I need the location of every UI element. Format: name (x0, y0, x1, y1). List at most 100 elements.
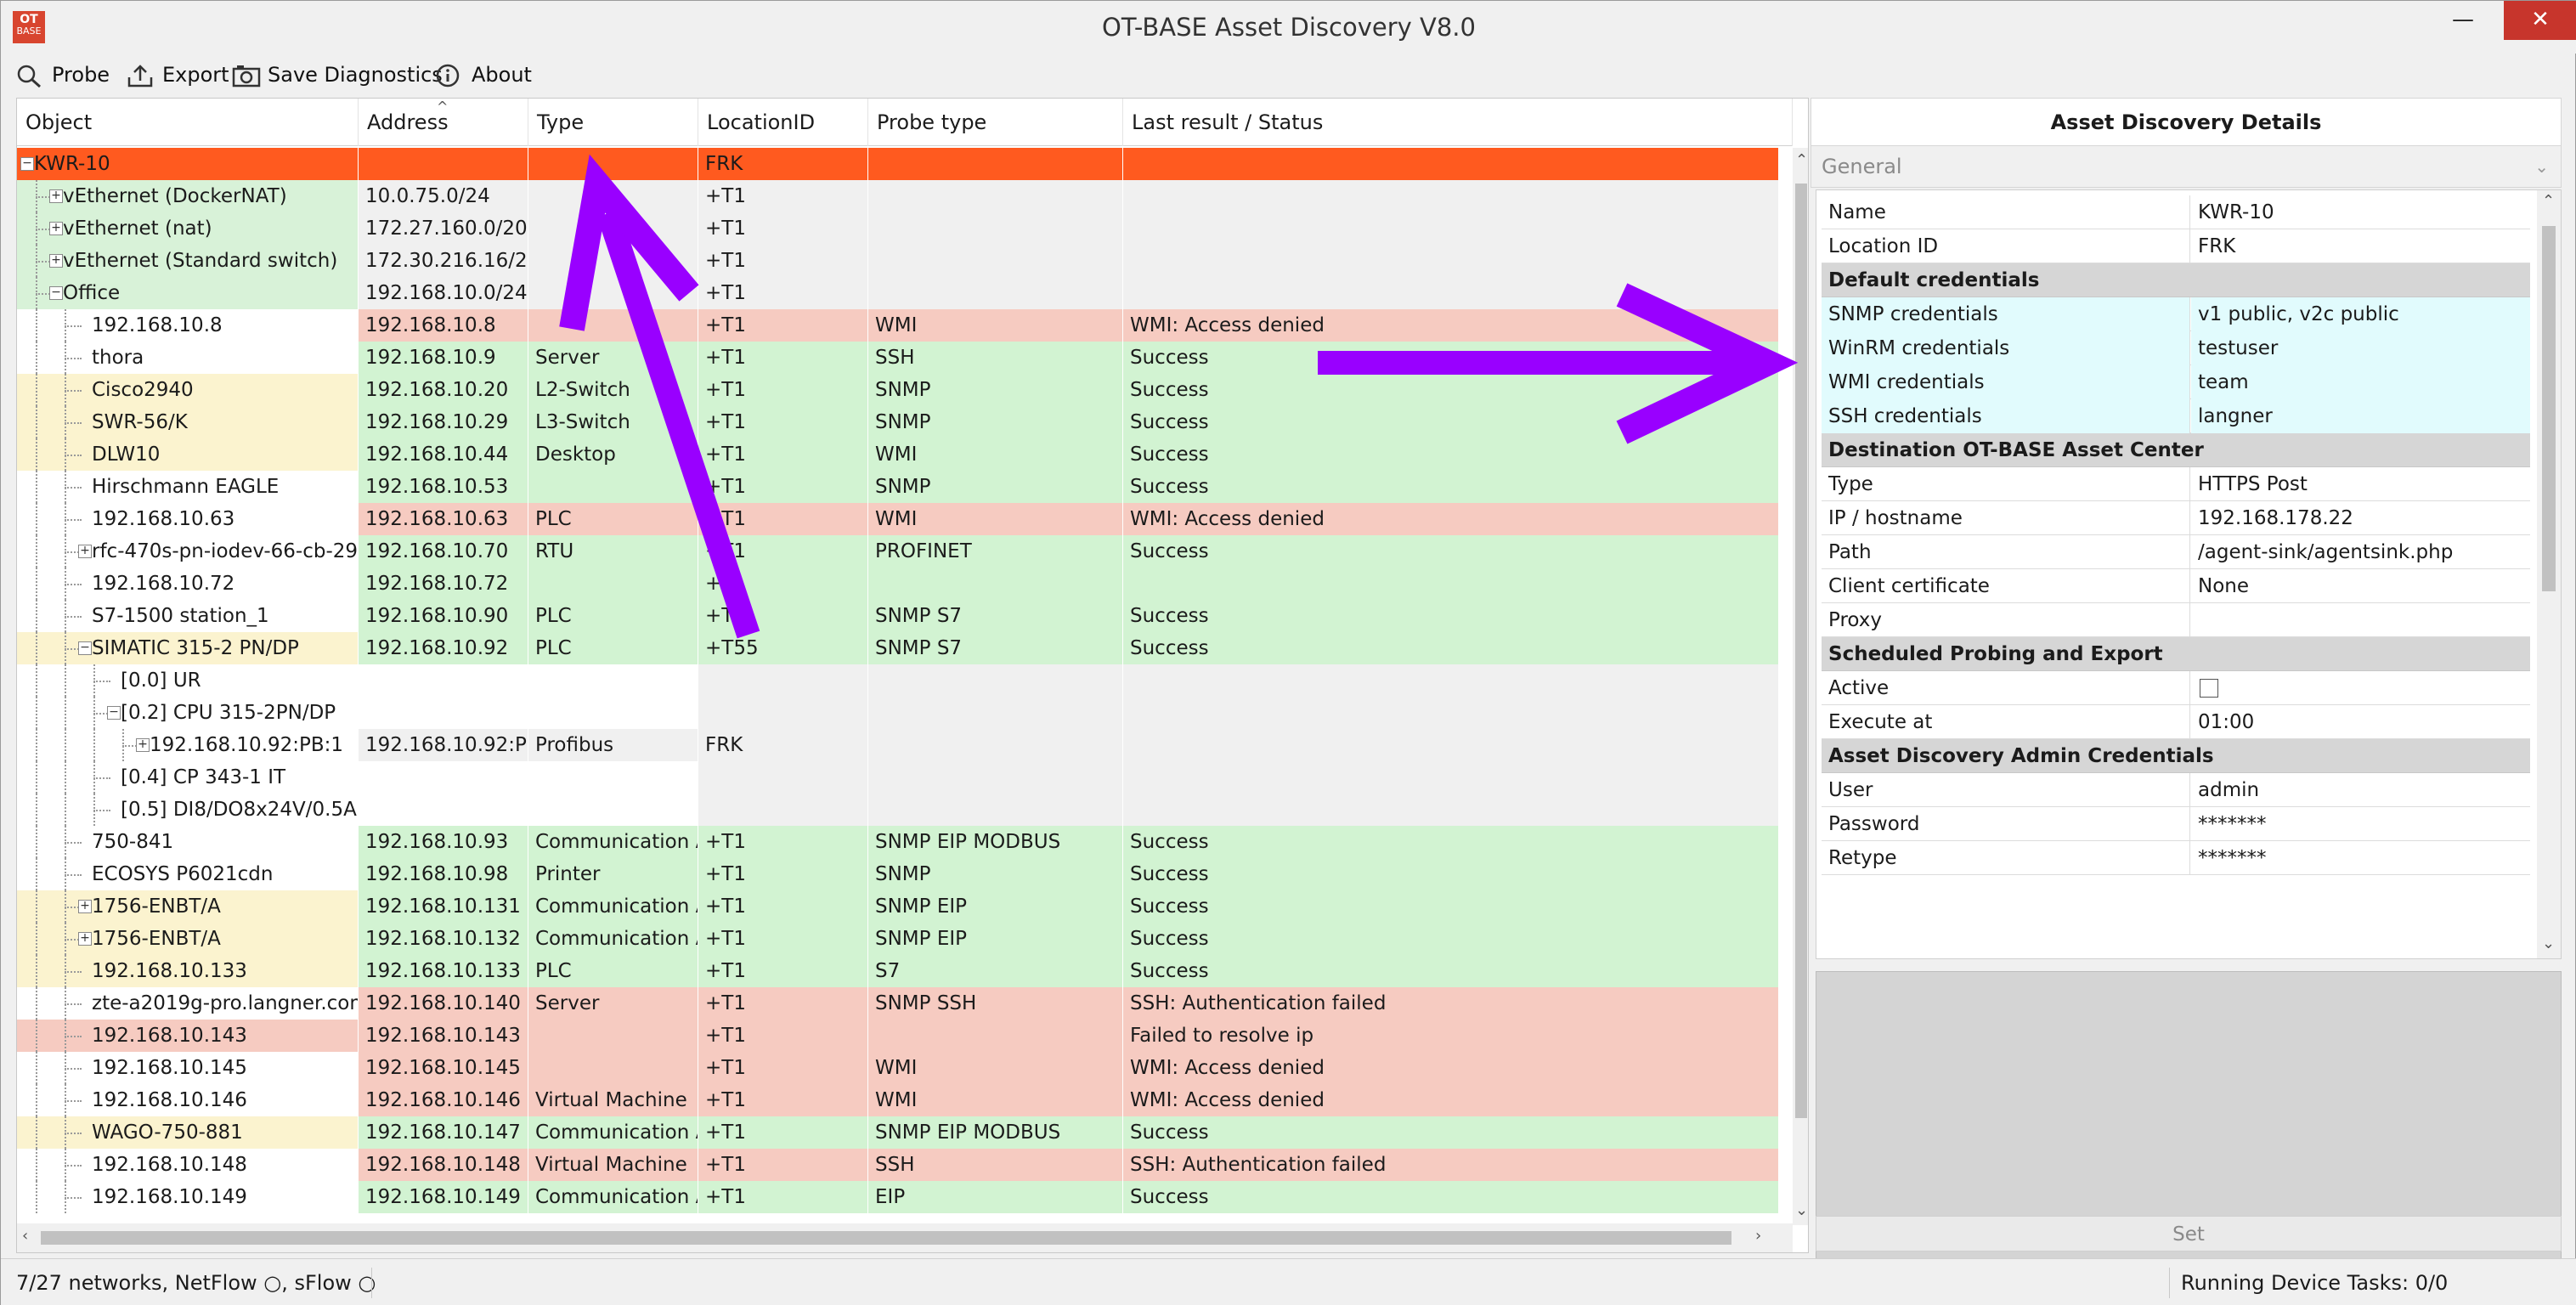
property-row[interactable]: Name KWR-10 (1822, 195, 2530, 229)
table-row[interactable]: DLW10 192.168.10.44 Desktop +T1 WMI Success (17, 438, 1779, 471)
scroll-left-icon[interactable]: ‹ (22, 1227, 28, 1245)
property-value[interactable]: 01:00 (2191, 705, 2530, 739)
expand-icon[interactable]: + (78, 932, 92, 946)
table-row[interactable]: ECOSYS P6021cdn 192.168.10.98 Printer +T1 SN… (17, 858, 1779, 890)
close-button[interactable]: ✕ (2504, 1, 2576, 40)
property-row[interactable]: WMI credentials team (1822, 365, 2530, 399)
property-scrollbar[interactable]: ⌃ ⌄ (2537, 190, 2561, 958)
property-row[interactable]: SSH credentials langner (1822, 399, 2530, 433)
collapse-icon[interactable]: − (20, 157, 34, 171)
table-row[interactable]: 1756-ENBT/A 192.168.10.132 Communication A… (17, 923, 1779, 955)
property-value[interactable] (2191, 671, 2530, 705)
property-row[interactable]: Retype ******* (1822, 841, 2530, 875)
export-button[interactable]: Export (127, 59, 229, 91)
grid-vscroll-thumb[interactable] (1795, 184, 1807, 1118)
table-row[interactable]: rfc-470s-pn-iodev-66-cb-29 192.168.10.70 R… (17, 535, 1779, 568)
table-row[interactable]: 192.168.10.72 192.168.10.72 +T1 (17, 568, 1779, 600)
probe-button[interactable]: Probe (16, 59, 110, 91)
prop-scroll-down-icon[interactable]: ⌄ (2542, 935, 2555, 952)
property-value[interactable]: ******* (2191, 841, 2530, 875)
table-row[interactable]: vEthernet (nat) 172.27.160.0/20 +T1 + (17, 212, 1779, 245)
table-row[interactable]: WAGO-750-881 192.168.10.147 Communication … (17, 1116, 1779, 1149)
table-row[interactable]: 192.168.10.145 192.168.10.145 +T1 WMI WMI: A… (17, 1052, 1779, 1084)
scroll-right-icon[interactable]: › (1755, 1227, 1761, 1245)
property-value[interactable]: admin (2191, 773, 2530, 807)
table-row[interactable]: SWR-56/K 192.168.10.29 L3-Switch +T1 SNMP Suc… (17, 406, 1779, 438)
property-value[interactable]: v1 public, v2c public (2191, 297, 2530, 331)
table-row[interactable]: 1756-ENBT/A 192.168.10.131 Communication A… (17, 890, 1779, 923)
table-row[interactable]: KWR-10 FRK − (17, 148, 1779, 180)
table-row[interactable]: [0.5] DI8/DO8x24V/0.5A (17, 794, 1779, 826)
table-row[interactable]: [0.2] CPU 315-2PN/DP − (17, 697, 1779, 729)
property-row[interactable]: Password ******* (1822, 807, 2530, 841)
active-checkbox[interactable] (2200, 679, 2218, 698)
grid-horizontal-scrollbar[interactable]: ‹ › (17, 1223, 1793, 1252)
property-value[interactable]: HTTPS Post (2191, 467, 2530, 501)
table-row[interactable]: 192.168.10.92:PB:1192.168.10.92:PB:1Prof… (17, 729, 1779, 761)
details-category-dropdown[interactable]: General ⌄ (1811, 145, 2562, 188)
col-header-type[interactable]: Type (528, 99, 698, 146)
table-row[interactable]: 192.168.10.133 192.168.10.133 PLC +T1 S7 Succ… (17, 955, 1779, 987)
property-row[interactable]: Location ID FRK (1822, 229, 2530, 263)
property-value[interactable]: team (2191, 365, 2530, 399)
table-row[interactable]: 192.168.10.146 192.168.10.146 Virtual Mach… (17, 1084, 1779, 1116)
property-row[interactable]: Execute at 01:00 (1822, 705, 2530, 739)
table-row[interactable]: 192.168.10.148 192.168.10.148 Virtual Mach… (17, 1149, 1779, 1181)
expand-icon[interactable]: + (78, 545, 92, 558)
table-row[interactable]: [0.4] CP 343-1 IT (17, 761, 1779, 794)
collapse-icon[interactable]: − (49, 286, 63, 300)
table-row[interactable]: vEthernet (Standard switch) 172.30.216.16… (17, 245, 1779, 277)
scroll-down-icon[interactable]: ⌄ (1795, 1201, 1808, 1219)
collapse-icon[interactable]: − (78, 641, 92, 655)
table-row[interactable]: 192.168.10.63 192.168.10.63 PLC +T1 WMI WMI: … (17, 503, 1779, 535)
table-row[interactable]: vEthernet (DockerNAT) 10.0.75.0/24 +T1 + (17, 180, 1779, 212)
property-row[interactable]: SNMP credentials v1 public, v2c public (1822, 297, 2530, 331)
expand-icon[interactable]: + (49, 222, 63, 235)
property-row[interactable]: Path/agent-sink/agentsink.php (1822, 535, 2530, 569)
table-row[interactable]: 192.168.10.143 192.168.10.143 +T1 Failed to… (17, 1020, 1779, 1052)
table-row[interactable]: 750-841 192.168.10.93 Communication A +T1 SN… (17, 826, 1779, 858)
property-row[interactable]: Active (1822, 671, 2530, 705)
table-row[interactable]: Office 192.168.10.0/24 +T1 − (17, 277, 1779, 309)
property-row[interactable]: User admin (1822, 773, 2530, 807)
property-value[interactable]: ******* (2191, 807, 2530, 841)
grid-vertical-scrollbar[interactable]: ⌃ ⌄ (1793, 148, 1808, 1225)
property-value[interactable]: testuser (2191, 331, 2530, 365)
set-button[interactable]: Set (1816, 1216, 2562, 1251)
property-value[interactable]: KWR-10 (2191, 195, 2530, 229)
property-row[interactable]: Proxy (1822, 603, 2530, 637)
col-header-status[interactable]: Last result / Status (1123, 99, 1793, 146)
expand-icon[interactable]: + (49, 189, 63, 203)
property-row[interactable]: WinRM credentials testuser (1822, 331, 2530, 365)
property-value[interactable]: FRK (2191, 229, 2530, 263)
col-header-object[interactable]: Object (17, 99, 359, 146)
table-row[interactable]: SIMATIC 315-2 PN/DP 192.168.10.92 PLC +T55 S… (17, 632, 1779, 664)
col-header-probe-type[interactable]: Probe type (868, 99, 1123, 146)
property-value[interactable]: /agent-sink/agentsink.php (2191, 535, 2530, 569)
expand-icon[interactable]: + (49, 254, 63, 268)
about-button[interactable]: About (436, 59, 538, 91)
property-row[interactable]: Type HTTPS Post (1822, 467, 2530, 501)
property-value[interactable]: langner (2191, 399, 2530, 433)
property-value[interactable]: 192.168.178.22 (2191, 501, 2530, 535)
col-header-location[interactable]: LocationID (698, 99, 868, 146)
table-row[interactable]: thora 192.168.10.9 Server +T1 SSH Success (17, 342, 1779, 374)
table-row[interactable]: Hirschmann EAGLE 192.168.10.53 +T1 SNMP Succ… (17, 471, 1779, 503)
minimize-button[interactable]: — (2432, 1, 2494, 40)
prop-scroll-up-icon[interactable]: ⌃ (2542, 192, 2555, 210)
expand-icon[interactable]: + (136, 738, 150, 752)
grid-hscroll-thumb[interactable] (41, 1231, 1731, 1245)
scroll-up-icon[interactable]: ⌃ (1795, 151, 1808, 169)
expand-icon[interactable]: + (78, 900, 92, 913)
property-value[interactable] (2191, 603, 2530, 637)
save-diagnostics-button[interactable]: Save Diagnostics (232, 59, 443, 91)
property-scroll-thumb[interactable] (2542, 226, 2556, 591)
property-row[interactable]: Client certificate None (1822, 569, 2530, 603)
collapse-icon[interactable]: − (107, 706, 121, 720)
table-row[interactable]: [0.0] UR (17, 664, 1779, 697)
table-row[interactable]: zte-a2019g-pro.langner.com 192.168.10.140… (17, 987, 1779, 1020)
table-row[interactable]: 192.168.10.8 192.168.10.8 +T1 WMI WMI: Acces… (17, 309, 1779, 342)
property-row[interactable]: IP / hostname 192.168.178.22 (1822, 501, 2530, 535)
table-row[interactable]: 192.168.10.149 192.168.10.149 Communicatio… (17, 1181, 1779, 1213)
property-value[interactable]: None (2191, 569, 2530, 603)
